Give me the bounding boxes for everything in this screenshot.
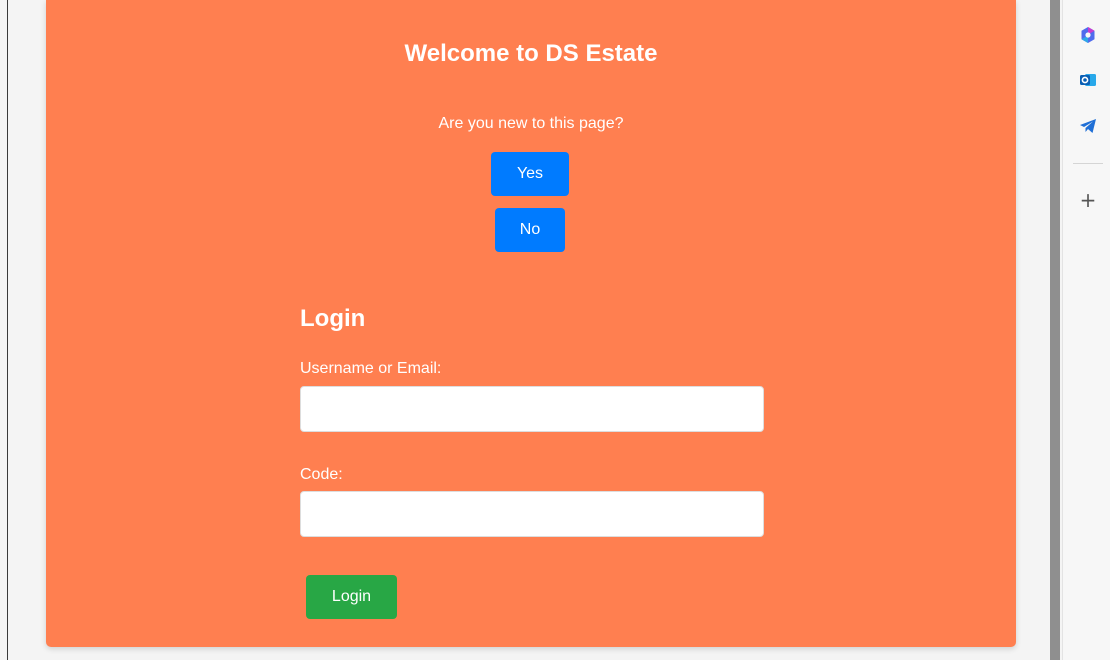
plus-icon[interactable]: + bbox=[1079, 190, 1097, 210]
login-button[interactable]: Login bbox=[306, 575, 397, 619]
page-scrollbar[interactable] bbox=[1050, 0, 1060, 660]
browser-sidebar: + bbox=[1062, 0, 1110, 660]
username-label: Username or Email: bbox=[300, 360, 442, 377]
yes-button[interactable]: Yes bbox=[491, 152, 569, 196]
outlook-icon[interactable] bbox=[1079, 71, 1097, 89]
code-input[interactable] bbox=[300, 491, 764, 537]
copilot-icon[interactable] bbox=[1079, 26, 1097, 44]
window-edge bbox=[7, 0, 8, 660]
username-input[interactable] bbox=[300, 386, 764, 432]
telegram-icon[interactable] bbox=[1079, 117, 1097, 135]
login-heading: Login bbox=[300, 305, 366, 332]
sidebar-divider bbox=[1073, 163, 1103, 164]
welcome-card: Welcome to DS Estate Are you new to this… bbox=[46, 0, 1016, 647]
page-title: Welcome to DS Estate bbox=[404, 40, 658, 67]
new-user-question: Are you new to this page? bbox=[438, 115, 624, 132]
no-button[interactable]: No bbox=[495, 208, 565, 252]
code-label: Code: bbox=[300, 466, 343, 483]
browser-viewport: Welcome to DS Estate Are you new to this… bbox=[0, 0, 1050, 660]
